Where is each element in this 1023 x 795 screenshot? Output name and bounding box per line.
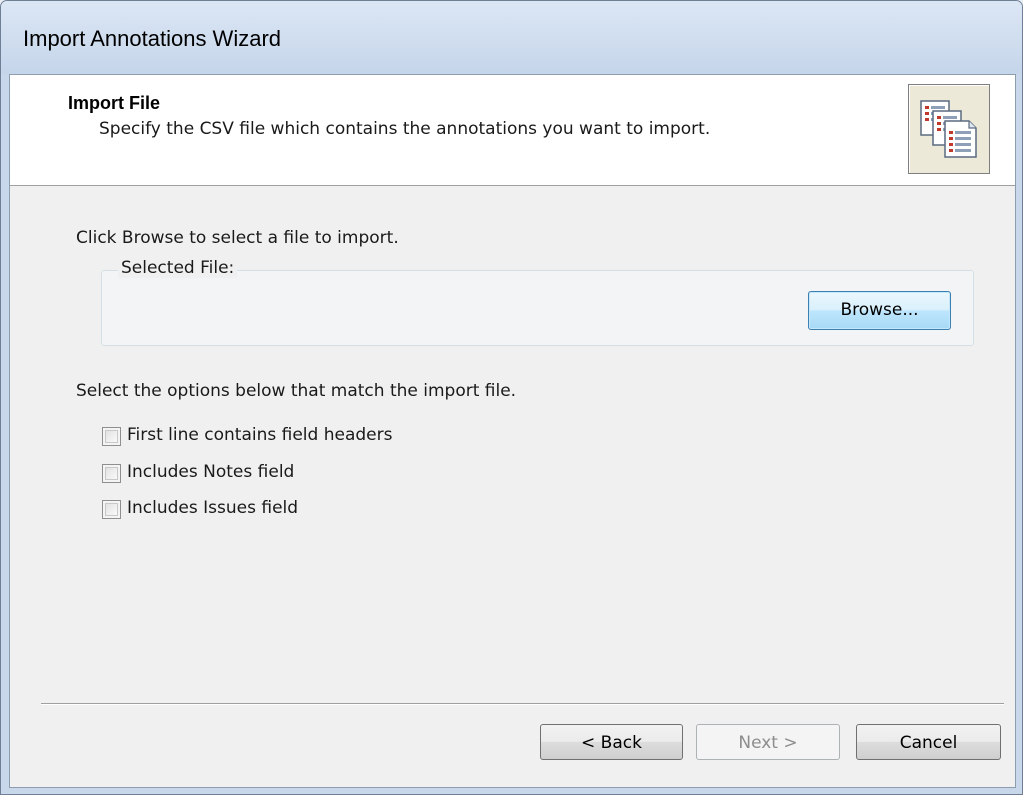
window-title: Import Annotations Wizard <box>23 26 282 51</box>
footer-separator <box>41 703 1004 705</box>
browse-instruction: Click Browse to select a file to import. <box>76 228 399 248</box>
includes-notes-checkbox[interactable] <box>102 464 121 483</box>
page-description: Specify the CSV file which contains the … <box>99 119 711 139</box>
cancel-button[interactable]: Cancel <box>856 724 1001 760</box>
browse-button[interactable]: Browse... <box>808 291 951 330</box>
multiple-documents-icon <box>908 84 990 174</box>
selected-file-label: Selected File: <box>118 258 238 278</box>
includes-issues-label[interactable]: Includes Issues field <box>127 498 298 518</box>
wizard-client-area: Import File Specify the CSV file which c… <box>9 74 1016 788</box>
wizard-header: Import File Specify the CSV file which c… <box>10 75 1015 186</box>
options-instruction: Select the options below that match the … <box>76 381 517 401</box>
back-button[interactable]: < Back <box>540 724 683 760</box>
title-bar[interactable]: Import Annotations Wizard <box>1 1 1022 74</box>
first-line-headers-checkbox[interactable] <box>102 427 121 446</box>
first-line-headers-label[interactable]: First line contains field headers <box>127 425 392 445</box>
includes-notes-label[interactable]: Includes Notes field <box>127 462 294 482</box>
wizard-window: Import Annotations Wizard Import File Sp… <box>0 0 1023 795</box>
includes-issues-checkbox[interactable] <box>102 500 121 519</box>
page-title: Import File <box>68 93 161 113</box>
next-button[interactable]: Next > <box>696 724 840 760</box>
